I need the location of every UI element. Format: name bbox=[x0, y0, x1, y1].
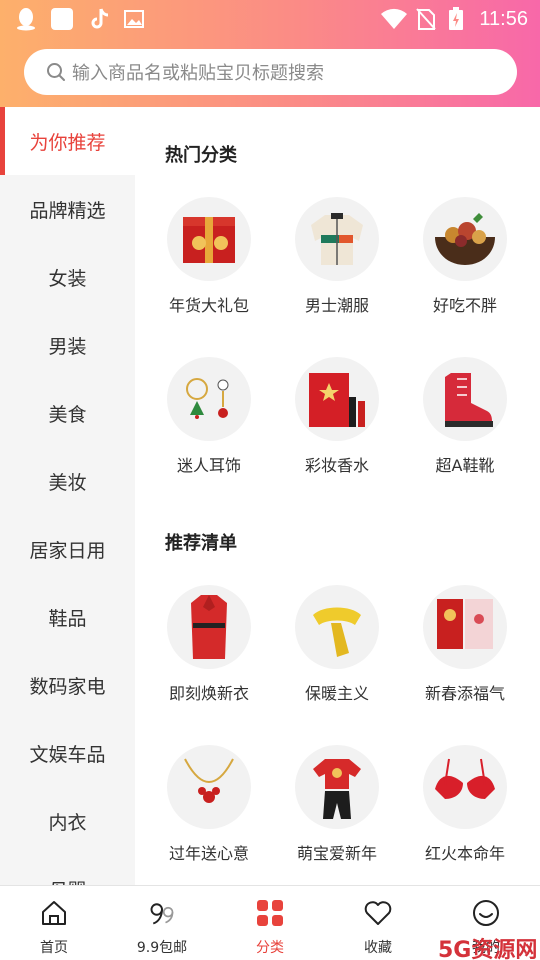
heart-icon bbox=[364, 899, 392, 927]
category-item-label: 迷人耳饰 bbox=[176, 456, 241, 475]
wifi-icon bbox=[380, 7, 408, 31]
tab-label: 首页 bbox=[40, 940, 68, 956]
tab-label: 分类 bbox=[256, 940, 284, 956]
necklace-icon bbox=[167, 745, 251, 829]
sidebar-item-underwear[interactable]: 内衣 bbox=[0, 787, 135, 855]
search-input[interactable]: 输入商品名或粘贴宝贝标题搜索 bbox=[24, 49, 517, 95]
sidebar-item-label: 母婴 bbox=[48, 876, 86, 886]
sidebar-item-men[interactable]: 男装 bbox=[0, 311, 135, 379]
category-item-label: 过年送心意 bbox=[168, 844, 249, 863]
sidebar-item-label: 女装 bbox=[48, 267, 87, 290]
sidebar-item-beauty[interactable]: 美妆 bbox=[0, 447, 135, 515]
search-icon bbox=[46, 62, 66, 82]
sidebar-item-label: 品牌精选 bbox=[29, 199, 106, 222]
tab-label: 9.9包邮 bbox=[136, 940, 188, 956]
smile-icon bbox=[472, 899, 500, 927]
snack-bowl-icon bbox=[423, 197, 507, 281]
sidebar-item-recommend[interactable]: 为你推荐 bbox=[0, 107, 135, 175]
cosmetics-box-icon bbox=[295, 357, 379, 441]
category-item-boots[interactable]: 超A鞋靴 bbox=[401, 357, 529, 481]
status-time: 11:56 bbox=[479, 8, 528, 30]
battery-charging-icon bbox=[444, 7, 468, 31]
category-item-label: 新春添福气 bbox=[424, 684, 505, 703]
sidebar-item-label: 鞋品 bbox=[48, 607, 87, 630]
image-icon bbox=[122, 7, 146, 31]
category-item-label: 红火本命年 bbox=[424, 844, 505, 863]
home-icon bbox=[40, 899, 68, 927]
jacket-icon bbox=[295, 197, 379, 281]
sidebar-item-label: 为你推荐 bbox=[29, 131, 106, 154]
category-item-label: 年货大礼包 bbox=[168, 296, 249, 315]
category-sidebar[interactable]: 为你推荐 品牌精选 女装 男装 美食 美妆 居家日用 鞋品 数码家电 文娱车品 … bbox=[0, 107, 135, 885]
gift-box-icon bbox=[167, 197, 251, 281]
nine-nine-icon bbox=[148, 899, 176, 927]
sidebar-item-label: 内衣 bbox=[48, 811, 87, 834]
category-item-keep-warm[interactable]: 保暖主义 bbox=[273, 585, 401, 709]
sidebar-item-baby[interactable]: 母婴 bbox=[0, 855, 135, 886]
sidebar-item-label: 居家日用 bbox=[29, 539, 106, 562]
category-item-label: 彩妆香水 bbox=[304, 456, 369, 475]
tab-category[interactable]: 分类 bbox=[216, 886, 324, 960]
tiktok-icon bbox=[88, 7, 112, 31]
section-title-hot: 热门分类 bbox=[165, 145, 237, 166]
sidebar-item-food[interactable]: 美食 bbox=[0, 379, 135, 447]
red-bra-icon bbox=[423, 745, 507, 829]
category-item-new-year-gift[interactable]: 过年送心意 bbox=[145, 745, 273, 869]
search-placeholder: 输入商品名或粘贴宝贝标题搜索 bbox=[72, 63, 324, 84]
status-bar: 11:56 bbox=[0, 0, 540, 40]
category-item-new-clothes[interactable]: 即刻焕新衣 bbox=[145, 585, 273, 709]
category-content: 热门分类 年货大礼包 男士潮服 好吃不胖 迷人耳饰 彩妆香水 超A鞋靴 推荐清单… bbox=[135, 107, 540, 885]
category-item-label: 超A鞋靴 bbox=[435, 456, 495, 475]
category-item-healthy-snacks[interactable]: 好吃不胖 bbox=[401, 197, 529, 321]
scarf-icon bbox=[295, 585, 379, 669]
baby-outfit-icon bbox=[295, 745, 379, 829]
category-item-cosmetics[interactable]: 彩妆香水 bbox=[273, 357, 401, 481]
header: 11:56 输入商品名或粘贴宝贝标题搜索 bbox=[0, 0, 540, 107]
qq-icon bbox=[14, 7, 38, 31]
category-page: 11:56 输入商品名或粘贴宝贝标题搜索 为你推荐 品牌精选 女装 男装 美食 … bbox=[0, 0, 540, 960]
tab-nine-nine[interactable]: 9.9包邮 bbox=[108, 886, 216, 960]
category-icon bbox=[256, 899, 284, 927]
tab-home[interactable]: 首页 bbox=[0, 886, 108, 960]
sidebar-item-label: 美食 bbox=[48, 403, 87, 426]
tab-favorites[interactable]: 收藏 bbox=[324, 886, 432, 960]
category-item-men-fashion[interactable]: 男士潮服 bbox=[273, 197, 401, 321]
earrings-icon bbox=[167, 357, 251, 441]
sidebar-item-label: 美妆 bbox=[48, 471, 87, 494]
category-item-zodiac-year[interactable]: 红火本命年 bbox=[401, 745, 529, 869]
sidebar-item-women[interactable]: 女装 bbox=[0, 243, 135, 311]
sidebar-item-label: 文娱车品 bbox=[29, 743, 106, 766]
sidebar-item-digital[interactable]: 数码家电 bbox=[0, 651, 135, 719]
category-item-earrings[interactable]: 迷人耳饰 bbox=[145, 357, 273, 481]
sidebar-item-label: 数码家电 bbox=[29, 675, 106, 698]
red-coat-icon bbox=[167, 585, 251, 669]
category-item-baby-new-year[interactable]: 萌宝爱新年 bbox=[273, 745, 401, 869]
category-item-label: 即刻焕新衣 bbox=[168, 684, 249, 703]
section-title-recommend: 推荐清单 bbox=[165, 533, 237, 554]
tab-label: 收藏 bbox=[364, 940, 392, 956]
sidebar-item-shoes[interactable]: 鞋品 bbox=[0, 583, 135, 651]
category-item-gift-pack[interactable]: 年货大礼包 bbox=[145, 197, 273, 321]
sidebar-item-entertainment[interactable]: 文娱车品 bbox=[0, 719, 135, 787]
watermark: 5G资源网 bbox=[438, 938, 538, 960]
app-square-icon bbox=[50, 7, 74, 31]
category-item-label: 保暖主义 bbox=[304, 684, 369, 703]
category-item-label: 好吃不胖 bbox=[432, 296, 497, 315]
category-item-label: 男士潮服 bbox=[304, 296, 369, 315]
boot-icon bbox=[423, 357, 507, 441]
sidebar-item-home[interactable]: 居家日用 bbox=[0, 515, 135, 583]
sidebar-item-brand[interactable]: 品牌精选 bbox=[0, 175, 135, 243]
sidebar-item-label: 男装 bbox=[48, 335, 87, 358]
category-item-spring-blessing[interactable]: 新春添福气 bbox=[401, 585, 529, 709]
category-item-label: 萌宝爱新年 bbox=[296, 844, 377, 863]
red-envelope-icon bbox=[423, 585, 507, 669]
no-sim-icon bbox=[414, 7, 438, 31]
